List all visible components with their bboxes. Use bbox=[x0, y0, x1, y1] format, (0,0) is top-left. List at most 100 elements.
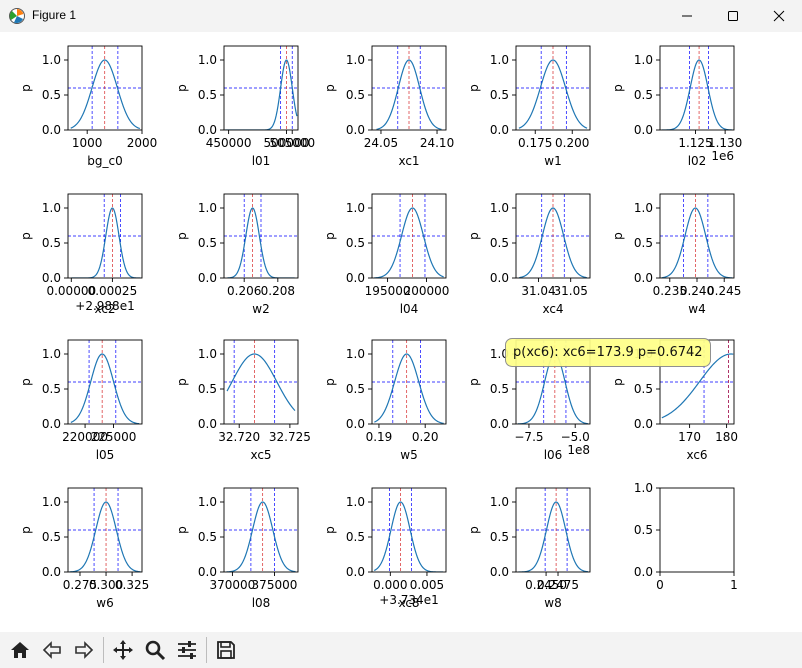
probability-curve bbox=[374, 207, 444, 278]
window-title: Figure 1 bbox=[32, 8, 77, 22]
x-tick-label: 505000 bbox=[269, 136, 315, 150]
y-tick-label: 0.0 bbox=[42, 123, 61, 137]
y-tick-label: 0.5 bbox=[490, 236, 509, 250]
subplot-w4: 0.00.51.00.2350.2400.245w4p bbox=[611, 193, 741, 316]
subplot-l02: 0.00.51.01.1251.1301e6l02p bbox=[611, 45, 742, 168]
x-tick-label: 0.000 bbox=[373, 578, 407, 592]
x-tick-label: 1.130 bbox=[708, 136, 742, 150]
back-button[interactable] bbox=[36, 634, 68, 666]
y-tick-label: 1.0 bbox=[42, 201, 61, 215]
x-axis-label: w2 bbox=[252, 302, 269, 316]
x-tick-label: 0.2475 bbox=[537, 578, 579, 592]
y-tick-label: 0.0 bbox=[198, 271, 217, 285]
x-tick-label: 370000 bbox=[210, 578, 256, 592]
y-tick-label: 0.5 bbox=[490, 382, 509, 396]
y-axis-label: p bbox=[19, 378, 33, 386]
figure-plots: 0.00.51.01000 2000bg_c0p0.00.51.0450000 50… bbox=[19, 45, 742, 610]
title-bar[interactable]: Figure 1 bbox=[0, 0, 802, 32]
x-tick-label: 0.206 bbox=[227, 284, 261, 298]
x-tick-label: 170 bbox=[678, 430, 701, 444]
x-offset-text: 1e8 bbox=[567, 443, 590, 457]
y-tick-label: 0.5 bbox=[634, 523, 653, 537]
x-tick-label: 200000 bbox=[404, 284, 450, 298]
y-tick-label: 0.0 bbox=[490, 271, 509, 285]
y-tick-label: 0.5 bbox=[634, 382, 653, 396]
y-tick-label: 0.0 bbox=[634, 565, 653, 579]
probability-curve bbox=[661, 59, 733, 130]
x-tick-label: 0.200 bbox=[555, 136, 589, 150]
y-tick-label: 1.0 bbox=[198, 53, 217, 67]
x-tick-label: 0.20 bbox=[412, 430, 439, 444]
y-tick-label: 0.0 bbox=[490, 565, 509, 579]
close-button[interactable] bbox=[756, 0, 802, 32]
x-axis-label: l01 bbox=[252, 154, 271, 168]
configure-subplots-button[interactable] bbox=[171, 634, 203, 666]
home-button[interactable] bbox=[4, 634, 36, 666]
subplot-w1: 0.0 0.5 1.0 0.175 0.200 w1 p bbox=[467, 45, 591, 168]
x-tick-label: −5.0 bbox=[561, 430, 590, 444]
y-axis-label: p bbox=[467, 378, 481, 386]
zoom-button[interactable] bbox=[139, 634, 171, 666]
x-tick-label: 0.325 bbox=[115, 578, 149, 592]
x-tick-label: 0.245 bbox=[707, 284, 741, 298]
probability-curve bbox=[225, 59, 298, 130]
y-tick-label: 1.0 bbox=[198, 347, 217, 361]
y-tick-label: 0.0 bbox=[42, 271, 61, 285]
probability-curve bbox=[518, 501, 589, 572]
y-axis-label: p bbox=[611, 84, 625, 92]
plot-area bbox=[68, 194, 142, 278]
plot-area bbox=[372, 194, 446, 278]
y-axis-label: p bbox=[611, 232, 625, 240]
x-tick-label: −7.5 bbox=[514, 430, 543, 444]
y-tick-label: 0.0 bbox=[42, 565, 61, 579]
y-tick-label: 0.5 bbox=[198, 382, 217, 396]
y-tick-label: 1.0 bbox=[490, 495, 509, 509]
x-axis-label: bg_c0 bbox=[87, 154, 122, 168]
subplot-w2: 0.0 0.5 1.0 0.206 0.208 w2 p bbox=[175, 193, 299, 316]
y-tick-label: 1.0 bbox=[346, 201, 365, 215]
x-tick-label: 0.208 bbox=[261, 284, 295, 298]
y-axis-label: p bbox=[611, 378, 625, 386]
y-axis-label: p bbox=[467, 232, 481, 240]
y-tick-label: 1.0 bbox=[198, 495, 217, 509]
minimize-button[interactable] bbox=[664, 0, 710, 32]
subplot-bg_c0: 0.0 0.5 1.0 1000 2000 bg_c0 p bbox=[19, 45, 157, 168]
subplot-xc2: 0.00.51.00.000000.00025+2.988e1xc2p bbox=[19, 193, 143, 316]
y-tick-label: 1.0 bbox=[490, 201, 509, 215]
x-axis-label: xc8 bbox=[398, 596, 419, 610]
y-tick-label: 1.0 bbox=[346, 347, 365, 361]
y-tick-label: 0.5 bbox=[346, 88, 365, 102]
y-tick-label: 0.5 bbox=[198, 530, 217, 544]
x-axis-label: xc6 bbox=[686, 448, 707, 462]
x-axis-label: xc2 bbox=[94, 302, 115, 316]
save-button[interactable] bbox=[210, 634, 242, 666]
y-axis-label: p bbox=[323, 84, 337, 92]
forward-button[interactable] bbox=[68, 634, 100, 666]
plot-area bbox=[660, 46, 734, 130]
plot-area bbox=[224, 488, 298, 572]
subplot-empty: 0.0 0.5 1.0 0 1 bbox=[634, 481, 738, 592]
y-tick-label: 0.0 bbox=[346, 417, 365, 431]
pan-button[interactable] bbox=[107, 634, 139, 666]
figure-canvas[interactable]: 0.0 0.5 1.0 1000 2000 bg_c0 p 0.0 0.5 1.0 450000 50… bbox=[0, 32, 802, 632]
plot-area bbox=[372, 46, 446, 130]
minimize-icon bbox=[682, 15, 692, 17]
y-tick-label: 1.0 bbox=[198, 201, 217, 215]
probability-curve bbox=[661, 207, 733, 278]
y-tick-label: 0.5 bbox=[198, 236, 217, 250]
y-tick-label: 0.5 bbox=[490, 88, 509, 102]
plot-area bbox=[224, 340, 298, 424]
y-tick-label: 0.0 bbox=[198, 417, 217, 431]
y-tick-label: 1.0 bbox=[634, 53, 653, 67]
probability-curve bbox=[373, 501, 444, 572]
hover-tooltip: p(xc6): xc6=173.9 p=0.6742 bbox=[505, 338, 711, 367]
y-tick-label: 1.0 bbox=[42, 347, 61, 361]
maximize-icon bbox=[728, 11, 738, 21]
subplot-xc5: 0.0 0.5 1.0 32.720 32.725 xc5 p bbox=[175, 339, 311, 462]
x-axis-label: l06 bbox=[544, 448, 563, 462]
x-tick-label: 0.00025 bbox=[88, 284, 138, 298]
maximize-button[interactable] bbox=[710, 0, 756, 32]
x-tick-label: 0.005 bbox=[410, 578, 444, 592]
probability-curve bbox=[70, 59, 141, 130]
plot-area bbox=[224, 194, 298, 278]
